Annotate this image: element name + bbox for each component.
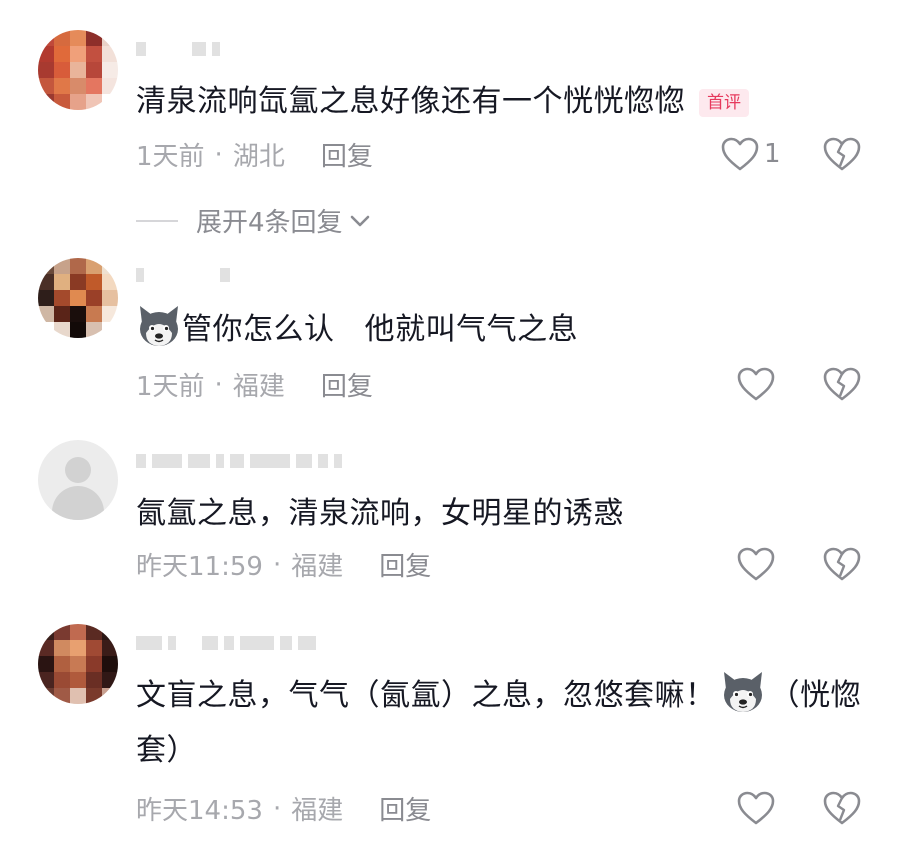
heart-outline-icon xyxy=(737,547,775,581)
comment-location: 福建 xyxy=(291,796,344,826)
avatar-head-shape xyxy=(65,457,91,483)
comment-time: 1天前 xyxy=(136,372,205,402)
avatar[interactable] xyxy=(38,624,118,704)
username-blurred[interactable] xyxy=(136,264,230,286)
username-blurred[interactable] xyxy=(136,632,316,654)
comment-text-content: 管你怎么认 他就叫气气之息 xyxy=(182,312,579,347)
comment-meta: 1天前 · 福建 回复 xyxy=(136,366,373,403)
comment-meta: 昨天11:59 · 福建 回复 xyxy=(136,546,431,583)
avatar[interactable] xyxy=(38,258,118,338)
avatar-default[interactable] xyxy=(38,440,118,520)
like-button[interactable] xyxy=(736,790,780,826)
comment-meta: 昨天14:53 · 福建 回复 xyxy=(136,790,431,827)
expand-replies-label: 展开4条回复 xyxy=(196,208,343,238)
reply-button[interactable]: 回复 xyxy=(379,546,431,583)
comment-location: 福建 xyxy=(291,552,344,582)
reply-button[interactable]: 回复 xyxy=(321,366,373,403)
reply-button[interactable]: 回复 xyxy=(321,136,373,173)
like-button[interactable] xyxy=(736,366,780,402)
meta-separator: · xyxy=(214,139,223,170)
comment-meta: 1天前 · 湖北 回复 xyxy=(136,136,373,173)
comment-text-content: 清泉流响氙氲之息好像还有一个恍恍惚惚 xyxy=(136,84,685,119)
comment-text-content: 氤氲之息，清泉流响，女明星的诱惑 xyxy=(136,496,624,531)
avatar-body-shape xyxy=(52,486,104,520)
like-button[interactable]: 1 xyxy=(720,136,781,172)
reply-button[interactable]: 回复 xyxy=(379,790,431,827)
husky-dog-emoji-icon xyxy=(140,306,178,346)
dislike-button[interactable] xyxy=(822,366,862,406)
broken-heart-icon xyxy=(823,791,861,825)
dislike-button[interactable] xyxy=(822,136,862,176)
comment-time: 昨天14:53 xyxy=(136,796,263,826)
comment-location: 福建 xyxy=(232,372,285,402)
dislike-button[interactable] xyxy=(822,790,862,830)
username-blurred[interactable] xyxy=(136,38,220,60)
meta-separator: · xyxy=(214,369,223,400)
expand-replies-button[interactable]: 展开4条回复 xyxy=(136,202,371,239)
broken-heart-icon xyxy=(823,547,861,581)
first-comment-badge: 首评 xyxy=(699,88,749,117)
meta-separator: · xyxy=(272,793,282,824)
heart-outline-icon xyxy=(737,791,775,825)
comment-time: 昨天11:59 xyxy=(136,552,263,582)
heart-outline-icon xyxy=(737,367,775,401)
comment-text-content: 文盲之息，气气（氤氲）之息，忽悠套嘛！ xyxy=(136,678,716,713)
like-button[interactable] xyxy=(736,546,780,582)
chevron-down-icon xyxy=(350,215,369,226)
username-blurred[interactable] xyxy=(136,450,342,472)
comment-text: 清泉流响氙氲之息好像还有一个恍恍惚惚 首评 xyxy=(136,74,870,129)
broken-heart-icon xyxy=(823,367,861,401)
divider-line xyxy=(136,219,178,222)
like-count: 1 xyxy=(764,139,781,169)
comment-text: 文盲之息，气气（氤氲）之息，忽悠套嘛！ （恍惚套） xyxy=(136,668,870,778)
broken-heart-icon xyxy=(823,137,861,171)
heart-outline-icon xyxy=(721,137,759,171)
dislike-button[interactable] xyxy=(822,546,862,586)
comment-text: 管你怎么认 他就叫气气之息 xyxy=(136,302,870,357)
meta-separator: · xyxy=(272,549,282,580)
comment-location: 湖北 xyxy=(232,142,285,172)
husky-dog-emoji-icon xyxy=(723,672,762,712)
avatar[interactable] xyxy=(38,30,118,110)
comment-time: 1天前 xyxy=(136,142,205,172)
comment-text: 氤氲之息，清泉流响，女明星的诱惑 xyxy=(136,486,870,541)
